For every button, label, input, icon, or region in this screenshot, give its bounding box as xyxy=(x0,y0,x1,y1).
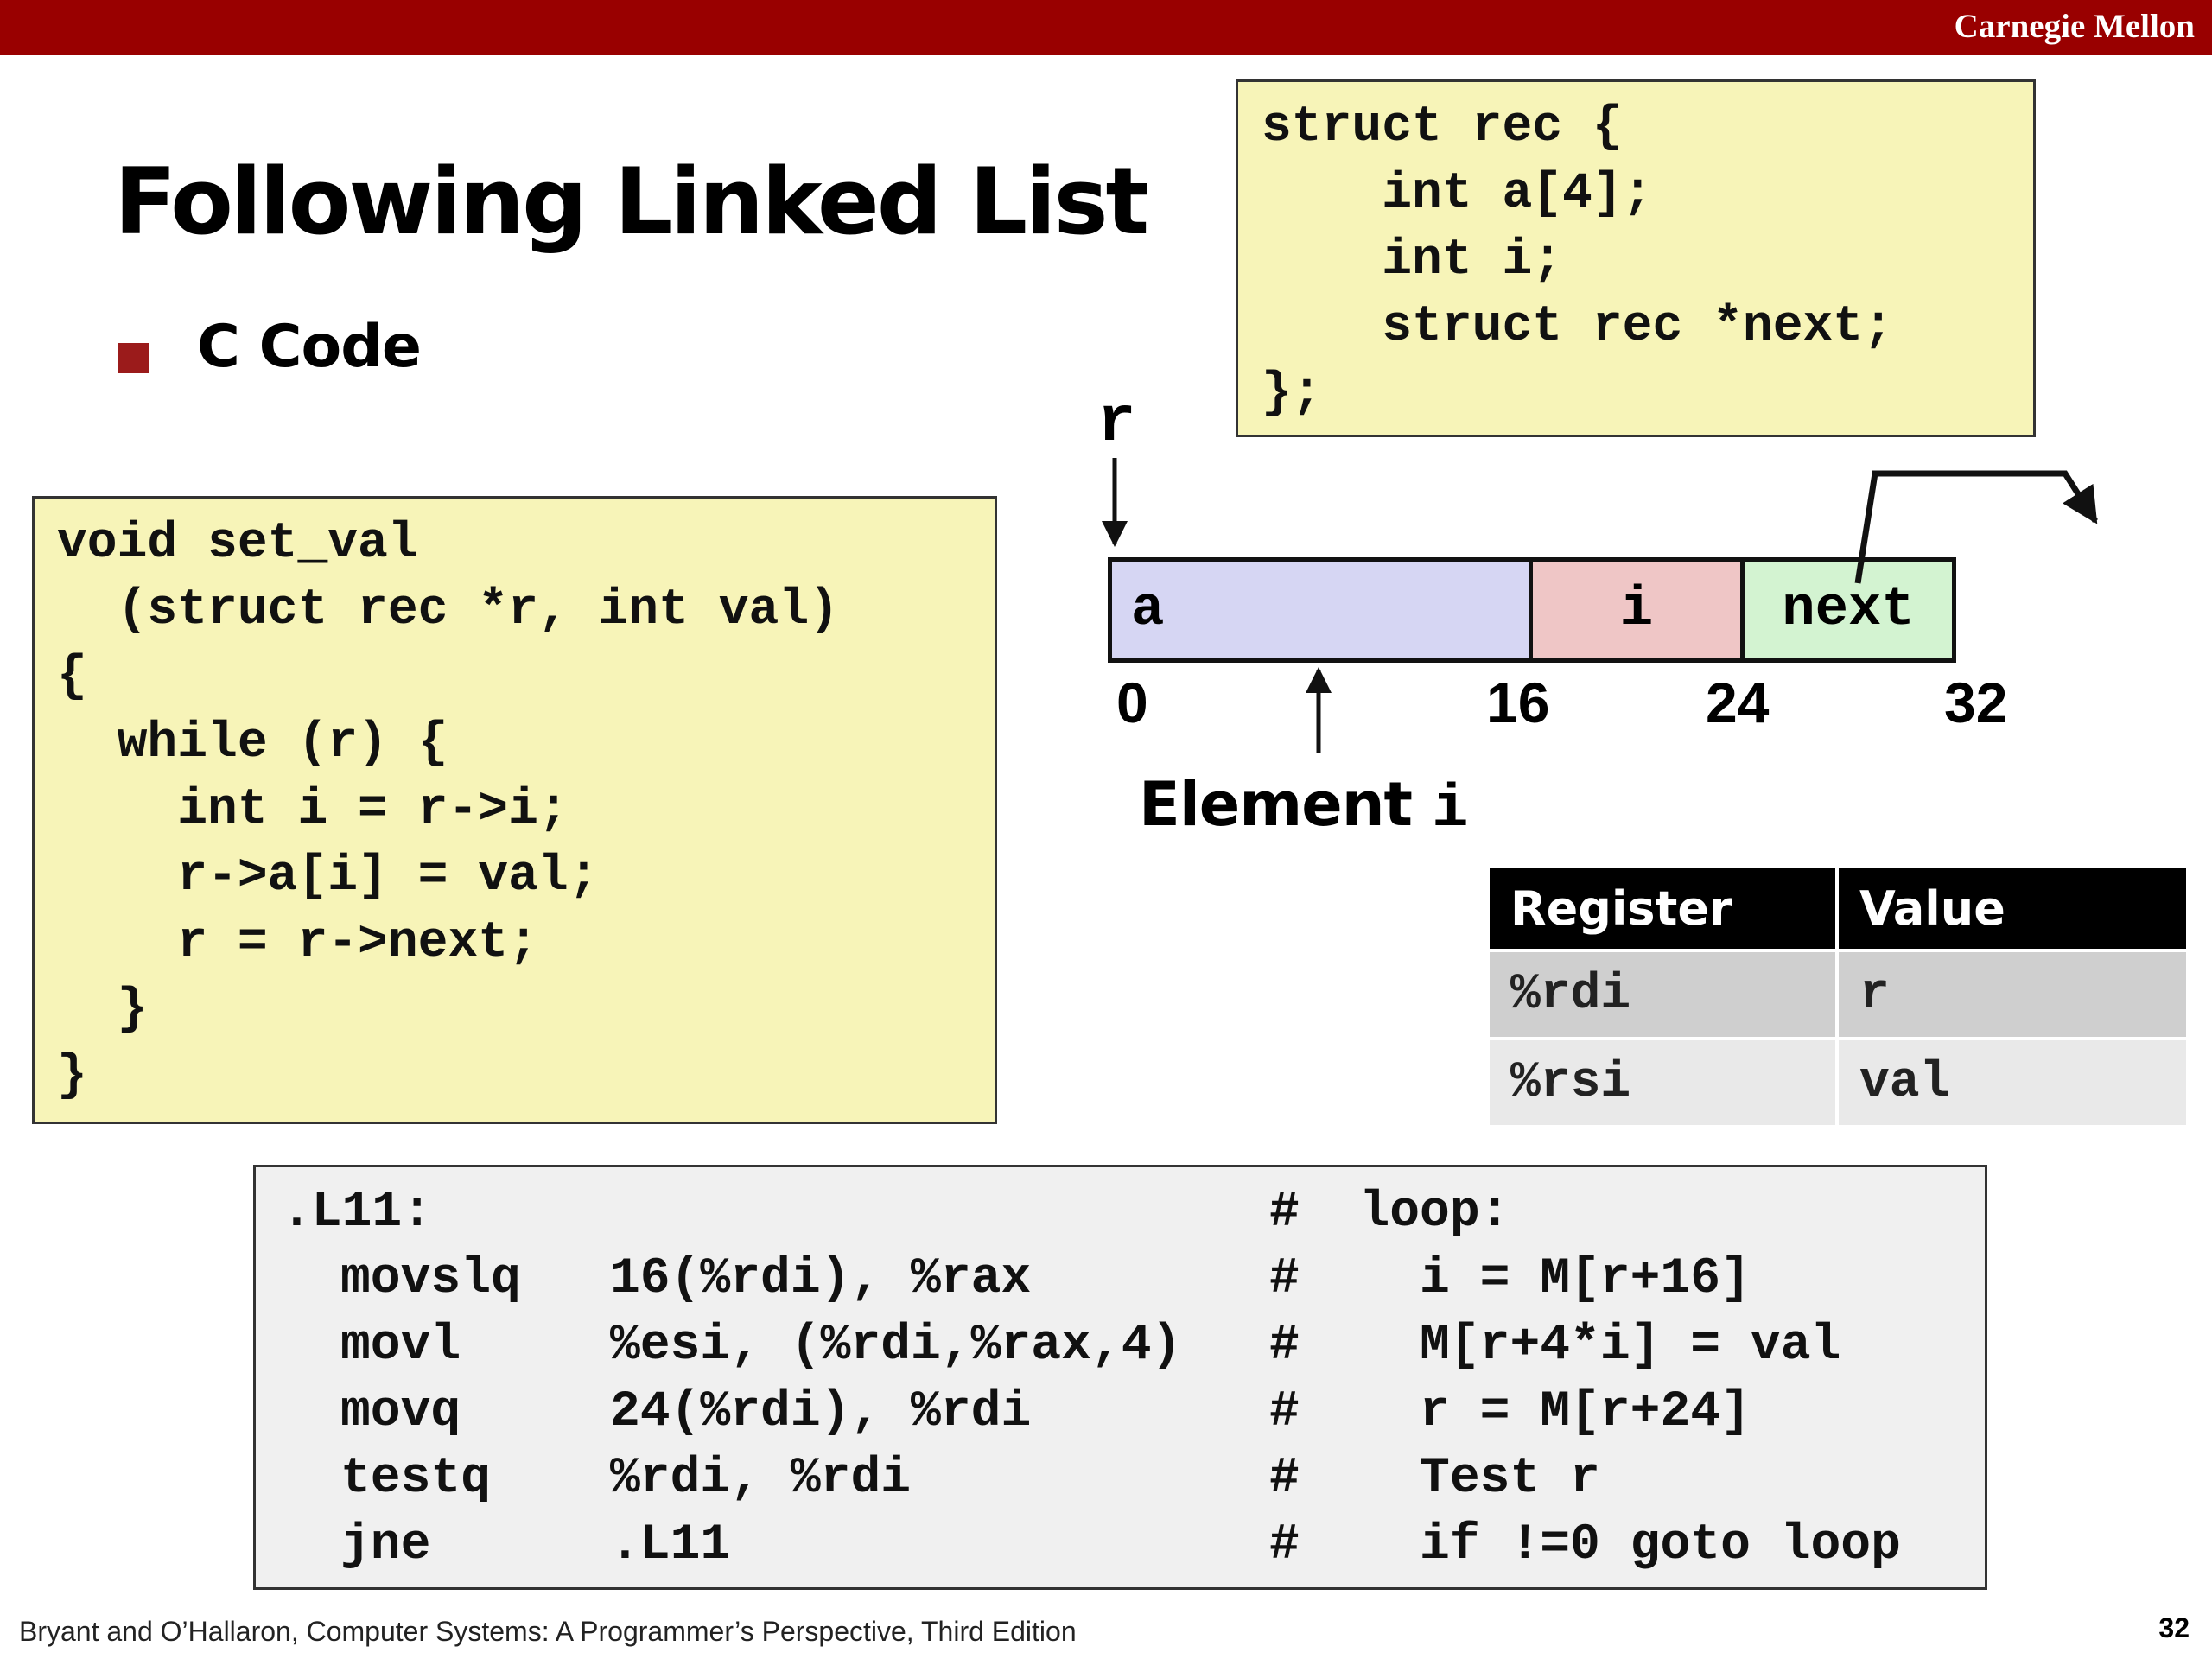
register-table: Register Value %rdi r %rsi val xyxy=(1486,864,2190,1128)
value-header: Value xyxy=(1839,868,2186,949)
value-cell: val xyxy=(1839,1040,2186,1125)
footer-citation: Bryant and O’Hallaron, Computer Systems:… xyxy=(19,1616,1077,1647)
asm-op: jne xyxy=(340,1517,431,1573)
asm-label-comment: # loop: xyxy=(1269,1185,1510,1241)
next-pointer-arrow xyxy=(1854,470,2098,584)
asm-op: movslq xyxy=(340,1251,521,1307)
register-cell: %rsi xyxy=(1490,1040,1835,1125)
asm-args: %rdi, %rdi xyxy=(610,1451,912,1507)
register-cell: %rdi xyxy=(1490,952,1835,1037)
asm-args: .L11 xyxy=(610,1517,731,1573)
register-header: Register xyxy=(1490,868,1835,949)
value-cell: r xyxy=(1839,952,2186,1037)
asm-comment: # r = M[r+24] xyxy=(1269,1384,1751,1440)
asm-args: 16(%rdi), %rax xyxy=(610,1251,1032,1307)
asm-label: .L11: xyxy=(282,1185,433,1241)
asm-args: %esi, (%rdi,%rax,4) xyxy=(610,1318,1182,1374)
asm-op: movl xyxy=(340,1318,461,1374)
assembly-code-box: .L11: # loop: movslq 16(%rdi), %rax # i … xyxy=(253,1165,1987,1590)
asm-comment: # i = M[r+16] xyxy=(1269,1251,1751,1307)
asm-op: movq xyxy=(340,1384,461,1440)
asm-op: testq xyxy=(340,1451,492,1507)
asm-comment: # M[r+4*i] = val xyxy=(1269,1318,1841,1374)
table-row: %rsi val xyxy=(1490,1040,2186,1125)
page-number: 32 xyxy=(2158,1612,2190,1643)
asm-comment: # if !=0 goto loop xyxy=(1269,1517,1901,1573)
table-row: %rdi r xyxy=(1490,952,2186,1037)
asm-comment: # Test r xyxy=(1269,1451,1600,1507)
asm-args: 24(%rdi), %rdi xyxy=(610,1384,1032,1440)
